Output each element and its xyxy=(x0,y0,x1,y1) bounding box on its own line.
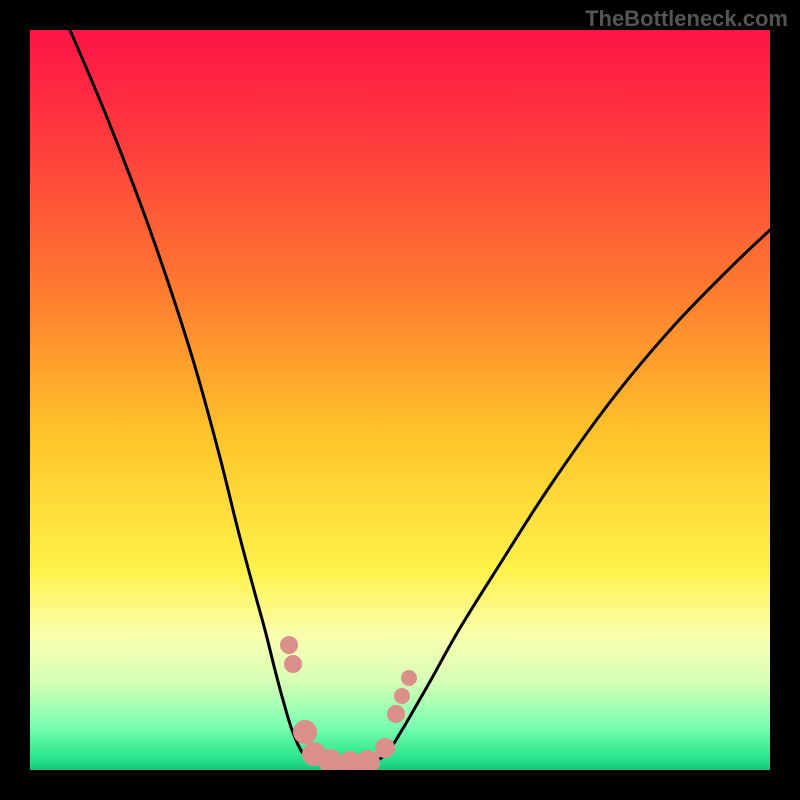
left-branch-curve xyxy=(70,30,350,763)
watermark-text: TheBottleneck.com xyxy=(585,6,788,32)
trough-dot xyxy=(394,688,410,704)
trough-dot xyxy=(387,705,405,723)
trough-dot xyxy=(284,655,302,673)
trough-dot xyxy=(401,670,417,686)
trough-dot xyxy=(375,738,395,758)
chart-frame: TheBottleneck.com xyxy=(0,0,800,800)
trough-dot xyxy=(293,720,317,744)
plot-area xyxy=(30,30,770,770)
trough-dot xyxy=(280,636,298,654)
curve-layer xyxy=(30,30,770,770)
